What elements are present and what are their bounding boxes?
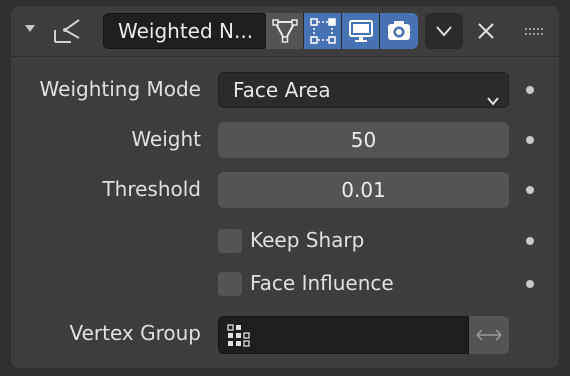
chevron-down-icon xyxy=(436,26,452,37)
weighting-mode-label: Weighting Mode xyxy=(39,77,201,101)
weighting-mode-value: Face Area xyxy=(233,78,331,102)
face-influence-checkbox[interactable] xyxy=(218,272,242,296)
face-influence-label[interactable]: Face Influence xyxy=(250,271,394,295)
modifier-header: Weighted N... xyxy=(11,6,559,57)
remove-modifier-button[interactable] xyxy=(471,16,501,46)
weight-field[interactable]: 50 xyxy=(218,122,509,158)
modifier-visibility-toggles xyxy=(266,13,418,49)
close-icon xyxy=(478,23,494,39)
weighted-normal-modifier-icon xyxy=(49,16,83,46)
keep-sharp-keyframe-dot[interactable] xyxy=(526,237,534,245)
threshold-label: Threshold xyxy=(102,177,201,201)
edit-mode-toggle[interactable] xyxy=(304,13,342,49)
threshold-field[interactable]: 0.01 xyxy=(218,172,509,208)
edit-mode-cage-toggle[interactable] xyxy=(266,13,304,49)
weight-label: Weight xyxy=(131,127,201,151)
modifier-panel: Weighted N... Weighting Mode Face Area W… xyxy=(11,6,559,368)
weight-keyframe-dot[interactable] xyxy=(526,136,534,144)
threshold-keyframe-dot[interactable] xyxy=(526,186,534,194)
render-camera-icon xyxy=(388,21,410,40)
triangle-down-icon[interactable] xyxy=(23,22,37,36)
drag-handle-icon[interactable] xyxy=(521,24,549,38)
keep-sharp-label[interactable]: Keep Sharp xyxy=(250,228,364,252)
render-toggle[interactable] xyxy=(380,13,418,49)
modifier-name-field[interactable]: Weighted N... xyxy=(103,13,268,49)
vertex-group-field[interactable] xyxy=(218,316,469,354)
realtime-viewport-toggle[interactable] xyxy=(342,13,380,49)
keep-sharp-checkbox[interactable] xyxy=(218,229,242,253)
invert-vertex-group-button[interactable] xyxy=(469,316,509,354)
face-influence-keyframe-dot[interactable] xyxy=(526,280,534,288)
edit-mode-icon xyxy=(309,18,336,44)
vertex-group-label: Vertex Group xyxy=(69,321,201,345)
weighting-mode-keyframe-dot[interactable] xyxy=(526,86,534,94)
weighting-mode-select[interactable]: Face Area xyxy=(218,72,509,108)
arrow-left-right-icon xyxy=(476,329,502,341)
vertex-group-icon xyxy=(227,324,251,348)
realtime-viewport-icon xyxy=(348,20,373,42)
modifier-options-dropdown[interactable] xyxy=(425,13,463,49)
chevron-down-icon xyxy=(486,84,500,106)
edit-mode-cage-icon xyxy=(271,19,298,43)
